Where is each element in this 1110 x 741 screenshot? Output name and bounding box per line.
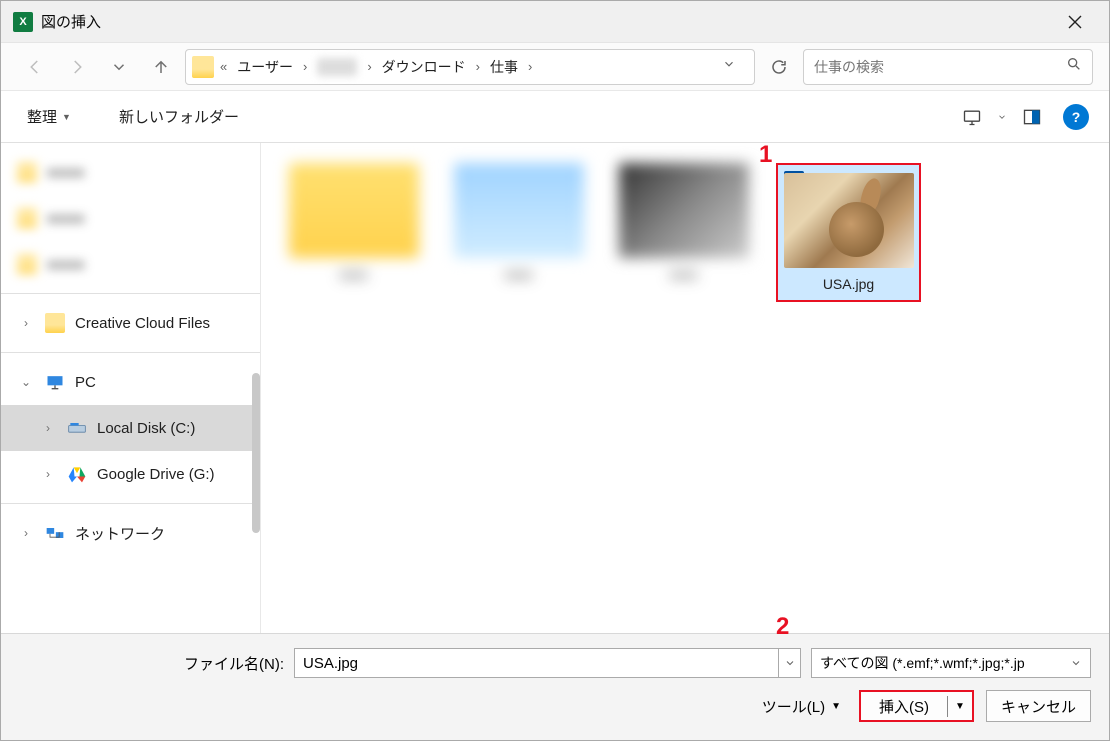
chevron-down-icon [1070,657,1082,669]
breadcrumb-sep: « [218,59,229,74]
breadcrumb-user-blurred[interactable] [317,58,357,76]
file-item-blurred[interactable]: xxxx [446,163,591,302]
chevron-right-icon: › [301,59,309,74]
filename-label: ファイル名(N): [19,653,284,674]
arrow-left-icon [26,58,44,76]
search-icon[interactable] [1066,56,1082,77]
file-item-blurred[interactable]: xxxx [281,163,426,302]
file-item-blurred[interactable]: xxxx [611,163,756,302]
disk-icon [67,418,87,438]
app-excel-icon: X [13,12,33,32]
address-dropdown[interactable] [722,57,748,76]
sidebar-item-label: Local Disk (C:) [97,420,195,437]
chevron-right-icon: › [474,59,482,74]
sidebar-quick-item-blurred[interactable]: xxxxx [1,195,260,241]
insert-dropdown[interactable]: ▼ [948,701,972,712]
filetype-label: すべての図 (*.emf;*.wmf;*.jpg;*.jp [820,653,1025,673]
sidebar-item-gdrive[interactable]: › Google Drive (G:) [1,451,260,497]
filename-dropdown[interactable] [779,648,801,678]
file-thumbnail [784,173,914,268]
annotation-1: 1 [759,141,772,169]
sidebar-quick-item-blurred[interactable]: xxxxx [1,149,260,195]
folder-icon [192,56,214,78]
breadcrumb-users[interactable]: ユーザー [233,57,297,77]
chevron-right-icon: › [17,316,35,330]
close-button[interactable] [1053,2,1097,42]
arrow-up-icon [152,58,170,76]
preview-pane-icon [1022,107,1042,127]
monitor-icon [962,107,982,127]
annotation-2: 2 [776,613,789,641]
cancel-label: キャンセル [1001,696,1076,717]
chevron-right-icon: › [17,526,35,540]
window-title: 図の挿入 [41,11,101,32]
chevron-down-icon [110,58,128,76]
sidebar-item-label: ネットワーク [75,523,165,544]
chevron-right-icon: › [39,421,57,435]
chevron-down-icon [784,657,796,669]
nav-forward-button[interactable] [59,49,95,85]
tools-button[interactable]: ツール(L) ▼ [762,696,841,717]
chevron-down-icon [997,112,1007,122]
insert-label: 挿入(S) [861,696,948,717]
help-icon: ? [1072,109,1081,125]
close-icon [1068,15,1082,29]
chevron-down-icon: ⌄ [17,375,35,389]
chevron-down-icon [722,57,736,71]
insert-button[interactable]: 挿入(S) ▼ [859,690,974,722]
arrow-right-icon [68,58,86,76]
sidebar-item-network[interactable]: › ネットワーク [1,510,260,556]
sidebar-item-local-disk[interactable]: › Local Disk (C:) [1,405,260,451]
search-input[interactable] [814,59,1066,75]
preview-pane-button[interactable] [1015,100,1049,134]
tools-label: ツール(L) [762,696,825,717]
sidebar-item-label: PC [75,374,96,391]
file-list[interactable]: 1 xxxx xxxx xxxx ✔ USA.jpg 2 [261,143,1109,633]
organize-button[interactable]: 整理 ▼ [21,102,77,131]
nav-back-button[interactable] [17,49,53,85]
chevron-right-icon: › [526,59,534,74]
refresh-button[interactable] [761,49,797,85]
chevron-down-icon: ▼ [62,112,71,122]
nav-up-button[interactable] [143,49,179,85]
new-folder-button[interactable]: 新しいフォルダー [113,102,245,131]
sidebar-item-label: Creative Cloud Files [75,315,210,332]
sidebar-item-label: Google Drive (G:) [97,466,215,483]
filetype-combo[interactable]: すべての図 (*.emf;*.wmf;*.jpg;*.jp [811,648,1091,678]
sidebar-scrollbar[interactable] [252,373,260,533]
organize-label: 整理 [27,106,57,127]
refresh-icon [770,58,788,76]
new-folder-label: 新しいフォルダー [119,106,239,127]
cancel-button[interactable]: キャンセル [986,690,1091,722]
footer: ファイル名(N): すべての図 (*.emf;*.wmf;*.jpg;*.jp … [1,633,1109,740]
help-button[interactable]: ? [1063,104,1089,130]
chevron-down-icon: ▼ [955,701,965,712]
network-icon [45,523,65,543]
filename-input[interactable] [294,648,779,678]
chevron-right-icon: › [39,467,57,481]
chevron-down-icon: ▼ [831,701,841,712]
folder-icon [45,313,65,333]
nav-row: « ユーザー › › ダウンロード › 仕事 › [1,43,1109,91]
breadcrumb-work[interactable]: 仕事 [486,57,522,77]
sidebar: xxxxx xxxxx xxxxx ›Creative Cloud Files … [1,143,261,633]
search-box[interactable] [803,49,1093,85]
view-dropdown[interactable] [993,100,1011,134]
chevron-right-icon: › [365,59,373,74]
pc-icon [45,372,65,392]
breadcrumb-downloads[interactable]: ダウンロード [378,57,470,77]
address-bar[interactable]: « ユーザー › › ダウンロード › 仕事 › [185,49,755,85]
sidebar-quick-item-blurred[interactable]: xxxxx [1,241,260,287]
gdrive-icon [67,464,87,484]
toolbar: 整理 ▼ 新しいフォルダー ? [1,91,1109,143]
file-item-selected[interactable]: ✔ USA.jpg [776,163,921,302]
view-mode-button[interactable] [955,100,989,134]
nav-recent-dropdown[interactable] [101,49,137,85]
file-name-label: USA.jpg [823,276,874,292]
title-bar: X 図の挿入 [1,1,1109,43]
sidebar-item-pc[interactable]: ⌄ PC [1,359,260,405]
sidebar-item-ccf[interactable]: › Creative Cloud Files [1,300,260,346]
